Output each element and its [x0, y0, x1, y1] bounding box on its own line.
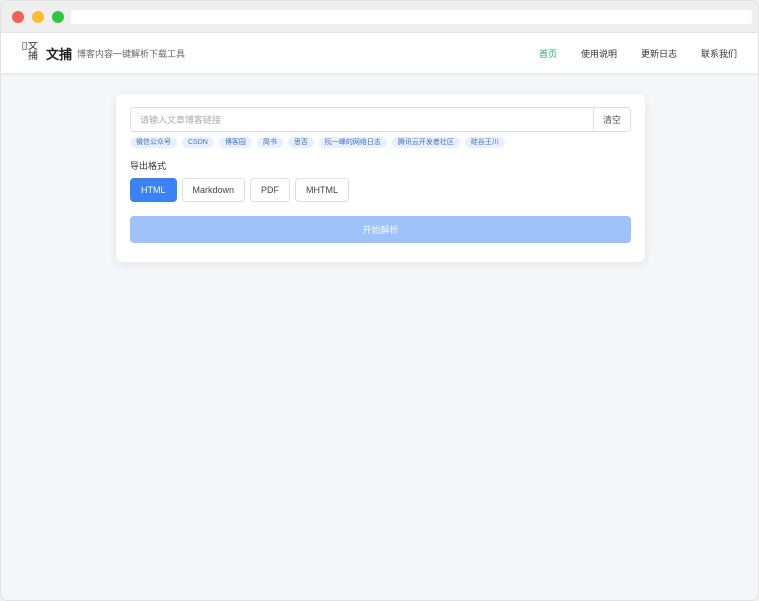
broken-image-icon — [22, 42, 27, 50]
nav-contact[interactable]: 联系我们 — [701, 47, 737, 60]
export-format-group: HTML Markdown PDF MHTML — [130, 178, 631, 202]
supported-sources: 微信公众号 CSDN 博客园 简书 思否 阮一峰的网络日志 腾讯云开发者社区 硅… — [130, 137, 631, 148]
url-input-group: 清空 — [130, 107, 631, 132]
browser-chrome — [1, 1, 758, 33]
nav-home[interactable]: 首页 — [539, 47, 557, 60]
site-header: 文捕 文捕 博客内容一键解析下载工具 首页 使用说明 更新日志 联系我们 — [1, 33, 758, 73]
logo-broken-image-icon[interactable]: 文捕 — [22, 42, 42, 62]
source-tag-guigu-wangchuan[interactable]: 硅谷王川 — [464, 137, 505, 148]
clear-button[interactable]: 清空 — [593, 107, 631, 132]
browser-window: 文捕 文捕 博客内容一键解析下载工具 首页 使用说明 更新日志 联系我们 清空 … — [0, 0, 759, 601]
url-input[interactable] — [130, 107, 593, 132]
source-tag-cnblogs[interactable]: 博客园 — [218, 137, 252, 148]
source-tag-wechat[interactable]: 微信公众号 — [130, 137, 177, 148]
export-format-label: 导出格式 — [130, 161, 167, 171]
source-tag-segmentfault[interactable]: 思否 — [287, 137, 314, 148]
format-html-button[interactable]: HTML — [130, 178, 177, 202]
minimize-window-button[interactable] — [32, 11, 44, 23]
format-pdf-button[interactable]: PDF — [250, 178, 291, 202]
format-markdown-button[interactable]: Markdown — [181, 178, 246, 202]
parse-card: 清空 微信公众号 CSDN 博客园 简书 思否 阮一峰的网络日志 腾讯云开发者社… — [116, 94, 645, 262]
main-nav: 首页 使用说明 更新日志 联系我们 — [515, 47, 737, 60]
address-bar[interactable] — [71, 10, 752, 24]
brand-name: 文捕 — [46, 46, 73, 62]
nav-usage-guide[interactable]: 使用说明 — [581, 47, 617, 60]
source-tag-tencent-cloud[interactable]: 腾讯云开发者社区 — [391, 137, 460, 148]
logo-alt-text: 文捕 — [27, 42, 38, 62]
nav-changelog[interactable]: 更新日志 — [641, 47, 677, 60]
start-parse-button[interactable]: 开始解析 — [130, 216, 631, 243]
source-tag-csdn[interactable]: CSDN — [182, 137, 214, 148]
format-mhtml-button[interactable]: MHTML — [295, 178, 350, 202]
brand-tagline: 博客内容一键解析下载工具 — [77, 48, 186, 59]
source-tag-jianshu[interactable]: 简书 — [256, 137, 283, 148]
maximize-window-button[interactable] — [52, 11, 64, 23]
source-tag-ruanyifeng[interactable]: 阮一峰的网络日志 — [318, 137, 387, 148]
close-window-button[interactable] — [12, 11, 24, 23]
